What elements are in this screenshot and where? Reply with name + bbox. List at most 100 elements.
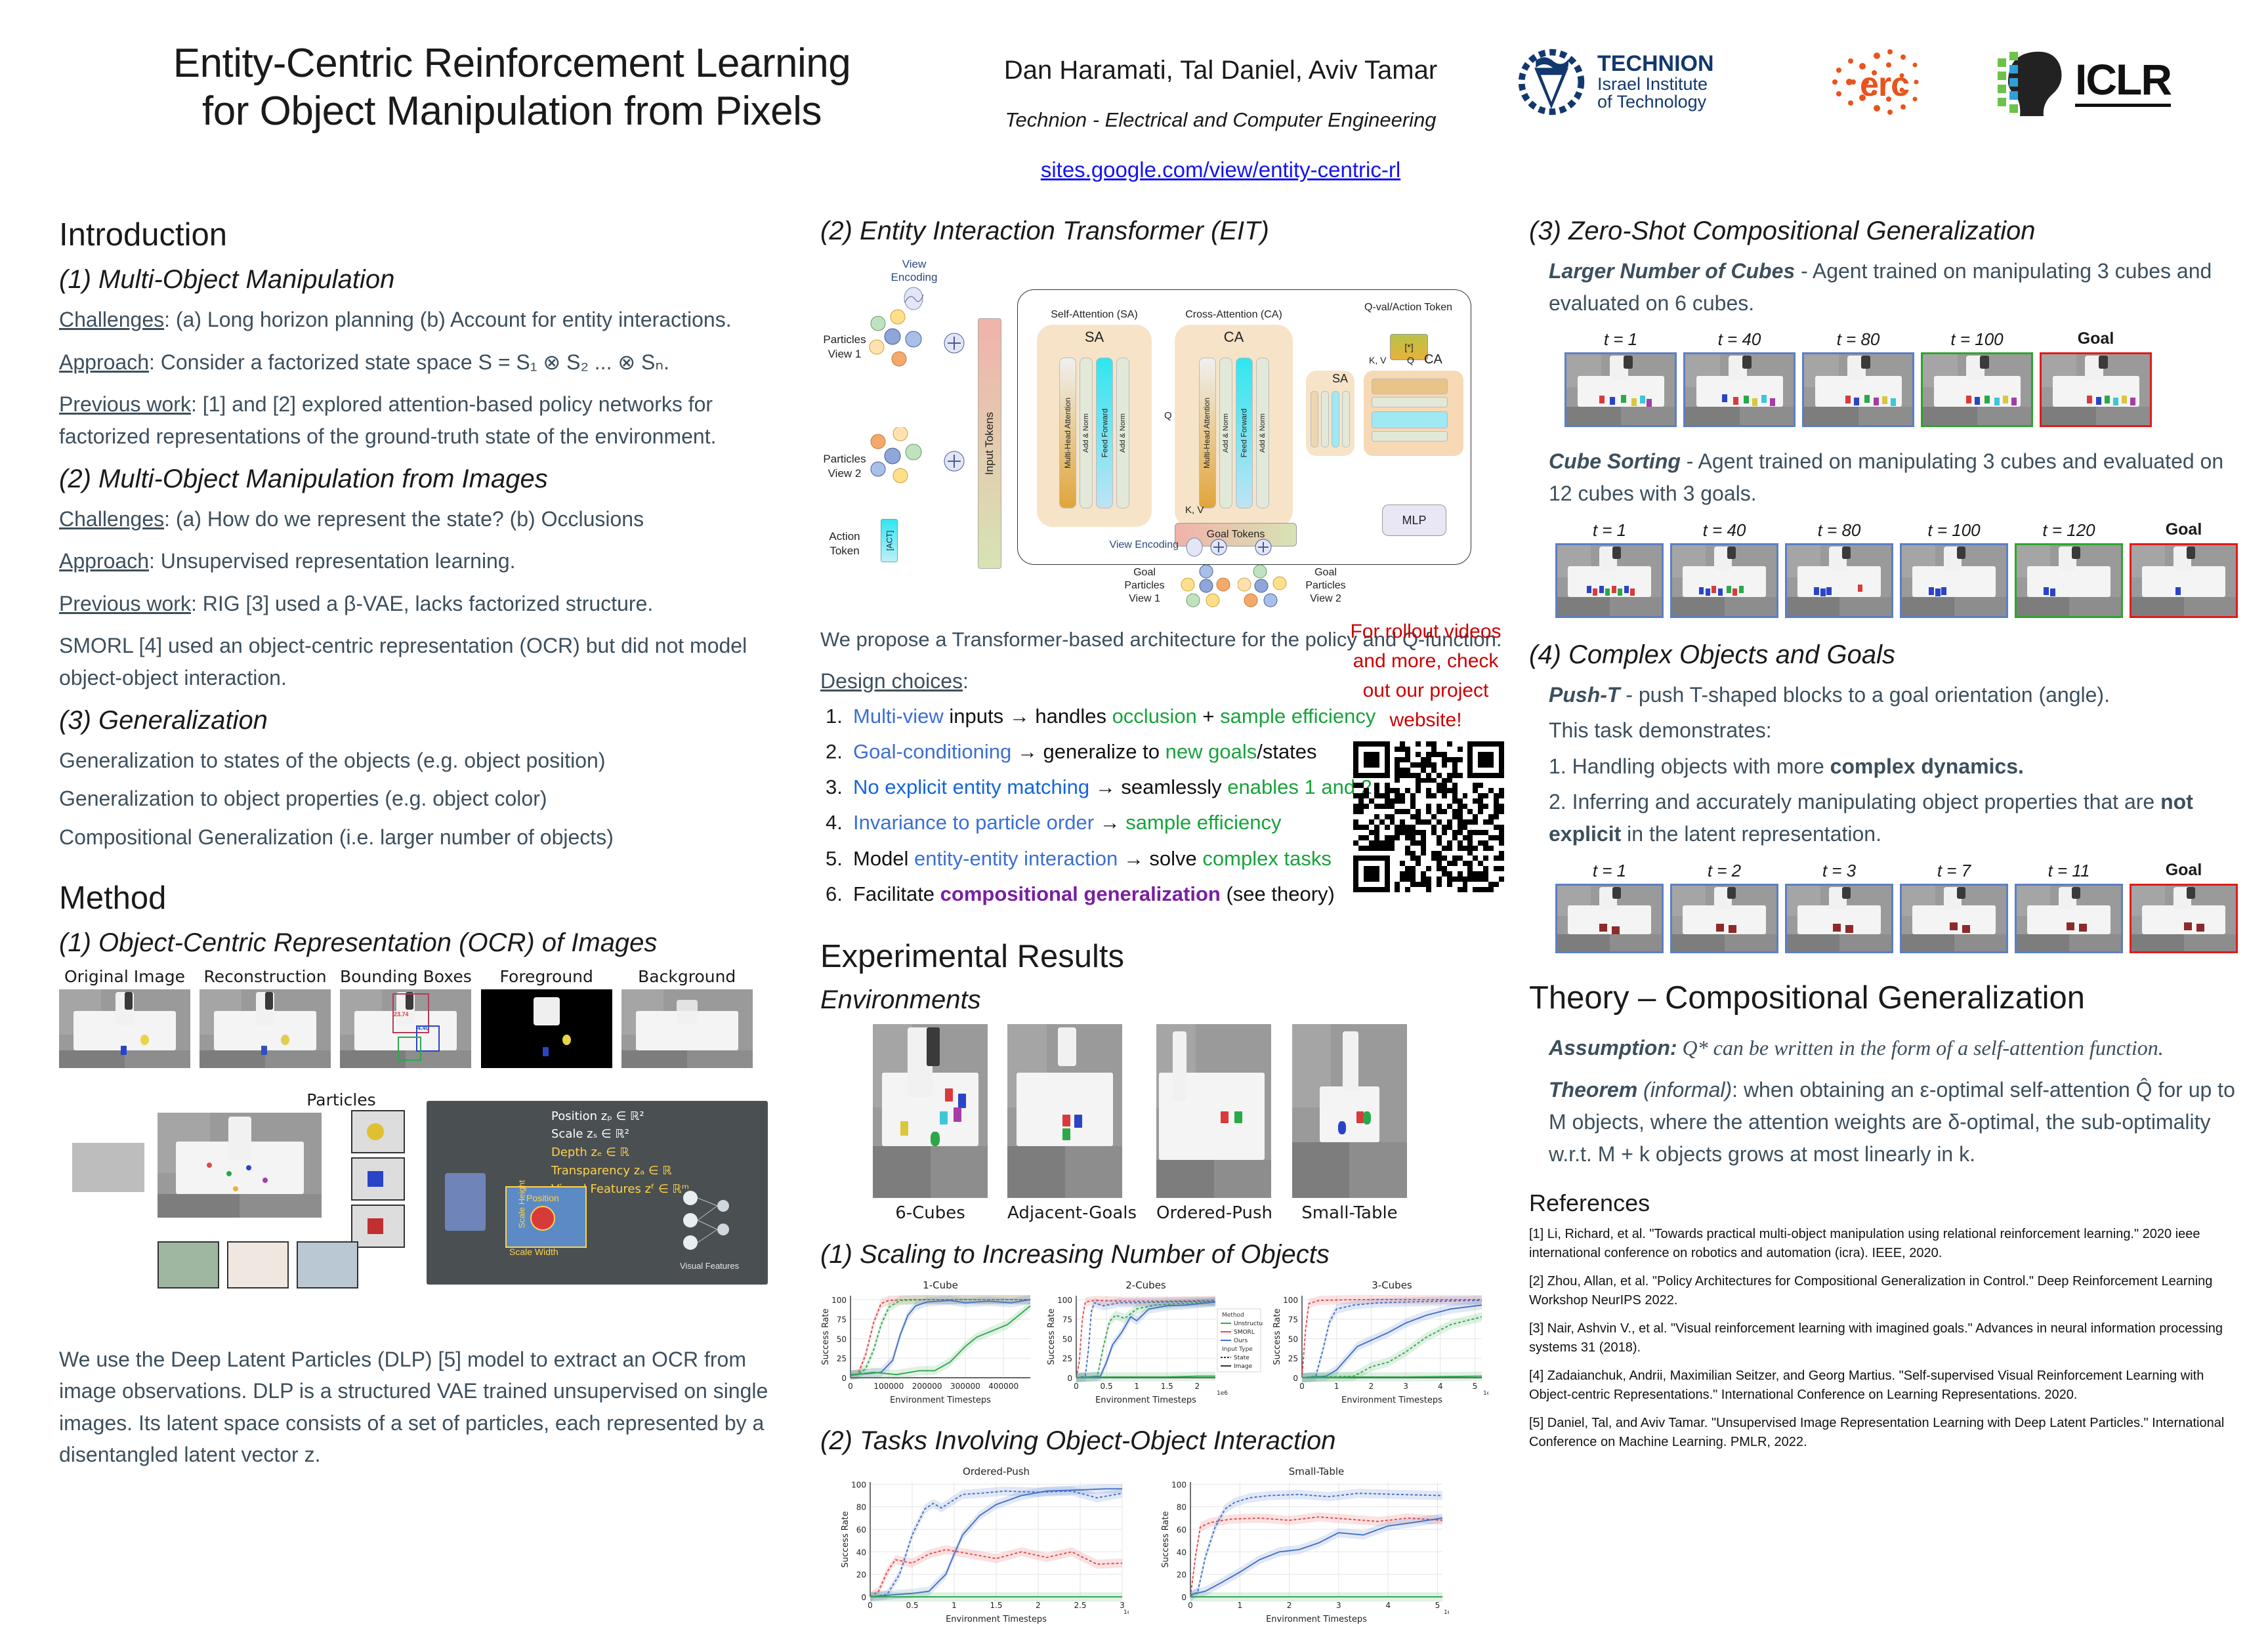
technion-wordmark: TECHNION Israel Institute of Technology	[1597, 52, 1714, 112]
sa2-block: SA	[1306, 371, 1354, 456]
x-tick-label: 400000	[988, 1382, 1018, 1391]
approach-text-2: : Unsupervised representation learning.	[148, 549, 516, 573]
column-middle: (2) Entity Interaction Transformer (EIT)…	[820, 217, 1522, 1626]
sa2-label: SA	[1332, 372, 1348, 385]
larger-cubes-filmstrip: t = 1 t = 40 t = 80 t = 100 Goal	[1564, 329, 2238, 428]
x-tick-label: 2	[1287, 1601, 1292, 1610]
frame-time-label: Goal	[2165, 860, 2202, 879]
frame-time-label: t = 7	[1937, 860, 1971, 880]
chart-title: Ordered-Push	[963, 1466, 1030, 1477]
particles-figure: Particles Position zₚ ∈ ℝ² Scale zₛ ∈ ℝ²…	[59, 1090, 781, 1327]
environments-label: Environments	[820, 985, 981, 1015]
chart-title: 2-Cubes	[1125, 1279, 1166, 1291]
chart-series-line	[1190, 1516, 1443, 1598]
y-tick-label: 100	[831, 1296, 847, 1305]
y-axis-label: Success Rate	[821, 1308, 831, 1365]
eit-architecture-diagram: View Encoding Particles View 1 Particles…	[820, 255, 1503, 569]
y-tick-label: 20	[856, 1571, 866, 1580]
frame-time-label: t = 1	[1592, 860, 1627, 880]
visual-features-label: Visual Features	[680, 1260, 740, 1271]
frame-time-label: t = 100	[1927, 520, 1981, 540]
position-label: Position	[526, 1192, 559, 1203]
x-tick-label: 1	[1237, 1601, 1242, 1610]
ocr-caption-0: Original Image	[64, 966, 186, 986]
rollout-frame	[1670, 883, 1778, 953]
env-label-0: 6-Cubes	[895, 1203, 965, 1224]
method-sub-1: (1) Object-Centric Representation (OCR) …	[59, 928, 658, 957]
intro-sub-1: (1) Multi-Object Manipulation	[59, 265, 395, 294]
qr-code[interactable]	[1353, 741, 1504, 892]
ca-feedforward-label: Feed Forward	[1239, 408, 1249, 458]
rollout-frame	[1555, 543, 1664, 618]
x-tick-label: 3	[1403, 1382, 1408, 1391]
zero-shot-heading: (3) Zero-Shot Compositional Generalizati…	[1529, 217, 2036, 245]
frame-time-label: t = 1	[1592, 520, 1627, 540]
mlp-box: MLP	[1382, 505, 1446, 536]
eit-heading: (2) Entity Interaction Transformer (EIT)	[820, 217, 1269, 245]
goal-add-1	[1210, 539, 1227, 556]
y-tick-label: 0	[841, 1374, 847, 1383]
sa-addnorm-2: Add & Norm	[1119, 413, 1127, 453]
x-axis-exponent: 1e6	[1483, 1390, 1488, 1397]
technion-logo: TECHNION Israel Institute of Technology	[1516, 39, 1792, 125]
y-tick-label: 50	[1062, 1335, 1072, 1344]
x-tick-label: 200000	[912, 1382, 942, 1391]
ocr-panel-original: Original Image	[59, 967, 190, 1068]
chart-ordered-push: Ordered-Push 0 20 40 60 80 100 0 0.5 1 1.5 2 2.5 3 Suc…	[840, 1465, 1135, 1626]
intro-sub-2: (2) Multi-Object Manipulation from Image…	[59, 464, 548, 493]
y-tick-label: 40	[856, 1548, 866, 1557]
project-website-link[interactable]: sites.google.com/view/entity-centric-rl	[978, 157, 1463, 182]
intro-previous-1: Previous work: [1] and [2] explored atte…	[59, 388, 781, 452]
chart-small-table: Small-Table 0 20 40 60 80 100 0 1 2 3 4 5 Success Rat…	[1160, 1465, 1455, 1626]
cube-sorting-filmstrip: t = 1 t = 40 t = 80 t = 100 t = 120 Goal	[1555, 520, 2238, 618]
env-label-3: Small-Table	[1301, 1203, 1398, 1224]
cube-sorting-label: Cube Sorting	[1549, 449, 1681, 474]
goal-particles-v1-dots	[1181, 564, 1230, 608]
ca2-q-label: Q	[1407, 355, 1414, 365]
frame-time-label: t = 40	[1717, 329, 1761, 350]
reference-item: [1] Li, Richard, et al. "Towards practic…	[1529, 1227, 2200, 1261]
introduction-heading: Introduction	[59, 217, 228, 253]
act-token-text: [ACT]	[885, 530, 894, 551]
previous-text-2: : RIG [3] used a β-VAE, lacks factorized…	[190, 591, 654, 615]
ocr-caption-1: Reconstruction	[203, 966, 327, 986]
latent-diagram: Position zₚ ∈ ℝ² Scale zₛ ∈ ℝ² Depth zₑ …	[427, 1100, 768, 1285]
x-tick-label: 4	[1385, 1601, 1391, 1610]
y-tick-label: 60	[856, 1525, 866, 1535]
y-tick-label: 75	[1062, 1315, 1072, 1325]
particles-view1-dots	[869, 309, 922, 367]
particle-crops-right	[351, 1109, 405, 1248]
x-tick-label: 1	[1134, 1382, 1139, 1391]
ocr-caption-4: Background	[638, 966, 736, 986]
chart-series-line	[1301, 1304, 1482, 1378]
chart-svg: 1-Cube 0 25 50 75 100 0 100000 200000 300000 40000…	[821, 1279, 1031, 1405]
view-encoding-label-top: View Encoding	[891, 258, 938, 283]
x-tick-label: 5	[1435, 1601, 1440, 1610]
cross-attention-label: Cross-Attention (CA)	[1185, 309, 1282, 320]
frame-time-label: t = 3	[1822, 860, 1857, 880]
frame-time-label: t = 11	[2048, 860, 2090, 880]
method-heading: Method	[59, 880, 167, 916]
environment-small-table: Small-Table	[1292, 1024, 1407, 1223]
latent-legend-3: Transparency zₐ ∈ ℝ	[551, 1164, 672, 1178]
ca-q-label: Q	[1164, 410, 1172, 421]
rollout-frame	[2015, 543, 2123, 618]
frame-time-label: t = 40	[1702, 520, 1746, 540]
column-left: Introduction (1) Multi-Object Manipulati…	[59, 217, 781, 1481]
approach-text-1: : Consider a factorized state space S = …	[148, 350, 670, 374]
y-tick-label: 25	[837, 1354, 847, 1363]
x-tick-label: 0	[1074, 1382, 1079, 1391]
legend-entry-label: SMORL	[1234, 1329, 1255, 1336]
particle-crop-main	[72, 1142, 144, 1192]
rollout-frame	[1900, 543, 2008, 618]
goal-particles-row: Goal Particles View 1 Goal Particles Vie…	[820, 562, 1522, 613]
scale-width-label: Scale Width	[509, 1246, 558, 1257]
approach-label-1: Approach	[59, 350, 149, 374]
x-axis-exponent: 1e6	[1217, 1390, 1228, 1397]
complex-item-2: 2. Inferring and accurately manipulating…	[1549, 790, 2193, 846]
ca-block: CA Multi-Head Attention Add & Norm Feed …	[1175, 325, 1293, 527]
intro-challenges-2: Challenges: (a) How do we represent the …	[59, 503, 781, 535]
ca2-label: CA	[1424, 352, 1442, 367]
theory-assumption: Assumption: Q* can be written in the for…	[1549, 1035, 2164, 1060]
sa-addnorm-1: Add & Norm	[1082, 413, 1091, 453]
